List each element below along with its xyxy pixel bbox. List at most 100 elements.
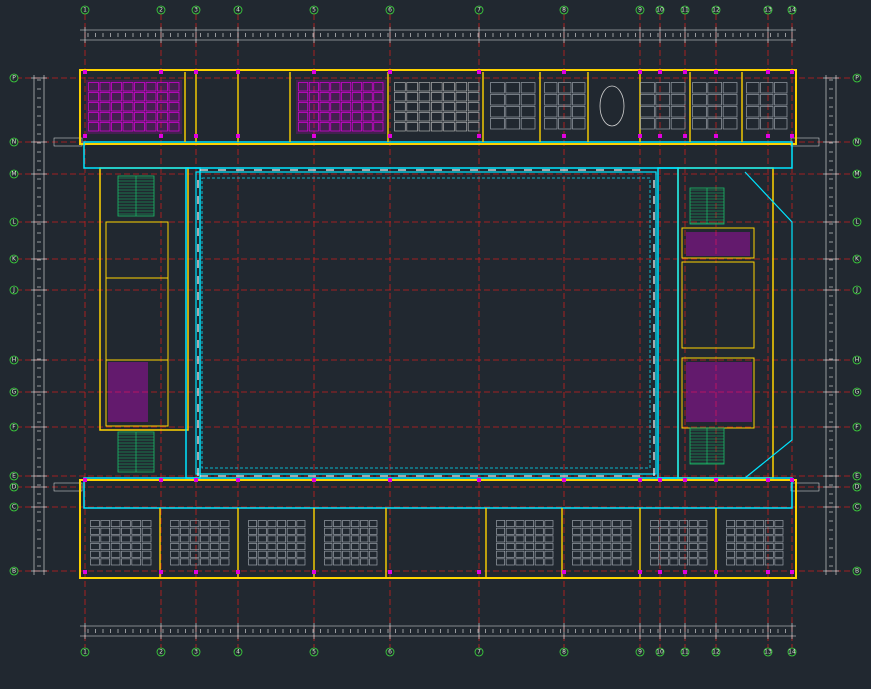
- column-marker: [766, 134, 770, 138]
- axis-bubble-label: 7: [477, 649, 481, 656]
- east-washroom-fill: [686, 362, 752, 422]
- column-marker: [658, 134, 662, 138]
- axis-bubble-label: 2: [159, 649, 163, 656]
- axis-bubble-right-5: J: [852, 285, 862, 295]
- column-marker: [790, 134, 794, 138]
- axis-bubble-bottom-6: 6: [385, 647, 395, 657]
- axis-bubble-label: 6: [388, 7, 392, 14]
- axis-bubble-top-1: 1: [80, 5, 90, 15]
- column-marker: [638, 570, 642, 574]
- axis-bubble-label: M: [854, 171, 859, 178]
- axis-bubble-label: 12: [712, 7, 720, 14]
- axis-bubble-bottom-1: 1: [80, 647, 90, 657]
- axis-bubble-left-0: P: [9, 73, 19, 83]
- axis-bubble-label: 1: [83, 7, 87, 14]
- axis-bubble-right-3: L: [852, 217, 862, 227]
- column-marker: [714, 478, 718, 482]
- axis-bubble-label: P: [12, 75, 16, 82]
- axis-bubble-bottom-4: 4: [233, 647, 243, 657]
- axis-bubble-label: 11: [681, 649, 689, 656]
- column-marker: [312, 134, 316, 138]
- column-marker: [638, 70, 642, 74]
- column-marker: [562, 70, 566, 74]
- column-marker: [312, 570, 316, 574]
- axis-bubble-label: 2: [159, 7, 163, 14]
- axis-bubble-label: 14: [788, 649, 796, 656]
- column-marker: [477, 70, 481, 74]
- axis-bubble-right-9: E: [852, 471, 862, 481]
- axis-bubble-left-9: E: [9, 471, 19, 481]
- axis-bubble-label: 6: [388, 649, 392, 656]
- axis-bubble-label: B: [855, 568, 859, 575]
- axis-bubble-top-8: 8: [559, 5, 569, 15]
- axis-bubble-label: H: [12, 357, 17, 364]
- column-marker: [562, 570, 566, 574]
- column-marker: [312, 70, 316, 74]
- axis-bubble-bottom-2: 2: [156, 647, 166, 657]
- axis-bubble-label: N: [855, 139, 860, 146]
- column-marker: [388, 478, 392, 482]
- column-marker: [790, 478, 794, 482]
- axis-bubble-label: 5: [312, 7, 316, 14]
- axis-bubble-top-14: 14: [787, 5, 797, 15]
- axis-bubble-label: N: [12, 139, 17, 146]
- column-marker: [236, 570, 240, 574]
- axis-bubble-right-0: P: [852, 73, 862, 83]
- axis-bubble-top-9: 9: [635, 5, 645, 15]
- axis-bubble-left-3: L: [9, 217, 19, 227]
- axis-bubble-bottom-11: 11: [680, 647, 690, 657]
- axis-bubble-top-3: 3: [191, 5, 201, 15]
- column-marker: [790, 570, 794, 574]
- axis-bubble-label: E: [12, 473, 16, 480]
- axis-bubble-bottom-7: 7: [474, 647, 484, 657]
- column-marker: [766, 70, 770, 74]
- axis-bubble-label: D: [12, 484, 17, 491]
- axis-bubble-label: F: [855, 424, 859, 431]
- axis-bubble-left-10: D: [9, 482, 19, 492]
- west-washroom-fill: [108, 362, 148, 422]
- axis-bubble-left-1: N: [9, 137, 19, 147]
- column-marker: [236, 134, 240, 138]
- axis-bubble-left-4: K: [9, 254, 19, 264]
- column-marker: [159, 478, 163, 482]
- axis-bubble-label: 13: [764, 7, 772, 14]
- axis-bubble-label: 4: [236, 649, 240, 656]
- column-marker: [83, 570, 87, 574]
- axis-bubble-top-11: 11: [680, 5, 690, 15]
- column-marker: [312, 478, 316, 482]
- axis-bubble-top-5: 5: [309, 5, 319, 15]
- axis-bubble-label: E: [855, 473, 859, 480]
- axis-bubble-left-6: H: [9, 355, 19, 365]
- column-marker: [388, 570, 392, 574]
- column-marker: [714, 570, 718, 574]
- column-marker: [683, 570, 687, 574]
- axis-bubble-label: 13: [764, 649, 772, 656]
- axis-bubble-right-4: K: [852, 254, 862, 264]
- floor-plan-drawing: 11223344556677889910101111121213131414P P…: [0, 0, 871, 689]
- axis-bubble-top-13: 13: [763, 5, 773, 15]
- axis-bubble-left-7: G: [9, 387, 19, 397]
- axis-bubble-bottom-14: 14: [787, 647, 797, 657]
- column-marker: [194, 70, 198, 74]
- axis-bubble-label: B: [12, 568, 16, 575]
- column-marker: [236, 70, 240, 74]
- axis-bubble-bottom-13: 13: [763, 647, 773, 657]
- axis-bubble-label: 9: [638, 649, 642, 656]
- axis-bubble-label: 9: [638, 7, 642, 14]
- axis-bubble-bottom-12: 12: [711, 647, 721, 657]
- axis-bubble-top-12: 12: [711, 5, 721, 15]
- axis-bubble-label: 4: [236, 7, 240, 14]
- column-marker: [638, 134, 642, 138]
- column-marker: [194, 134, 198, 138]
- axis-bubble-label: C: [12, 504, 16, 511]
- axis-bubble-label: 1: [83, 649, 87, 656]
- axis-bubble-bottom-8: 8: [559, 647, 569, 657]
- column-marker: [477, 478, 481, 482]
- column-marker: [477, 134, 481, 138]
- axis-bubble-label: 3: [194, 649, 198, 656]
- column-marker: [562, 478, 566, 482]
- column-marker: [194, 570, 198, 574]
- column-marker: [159, 570, 163, 574]
- column-marker: [83, 134, 87, 138]
- column-marker: [83, 70, 87, 74]
